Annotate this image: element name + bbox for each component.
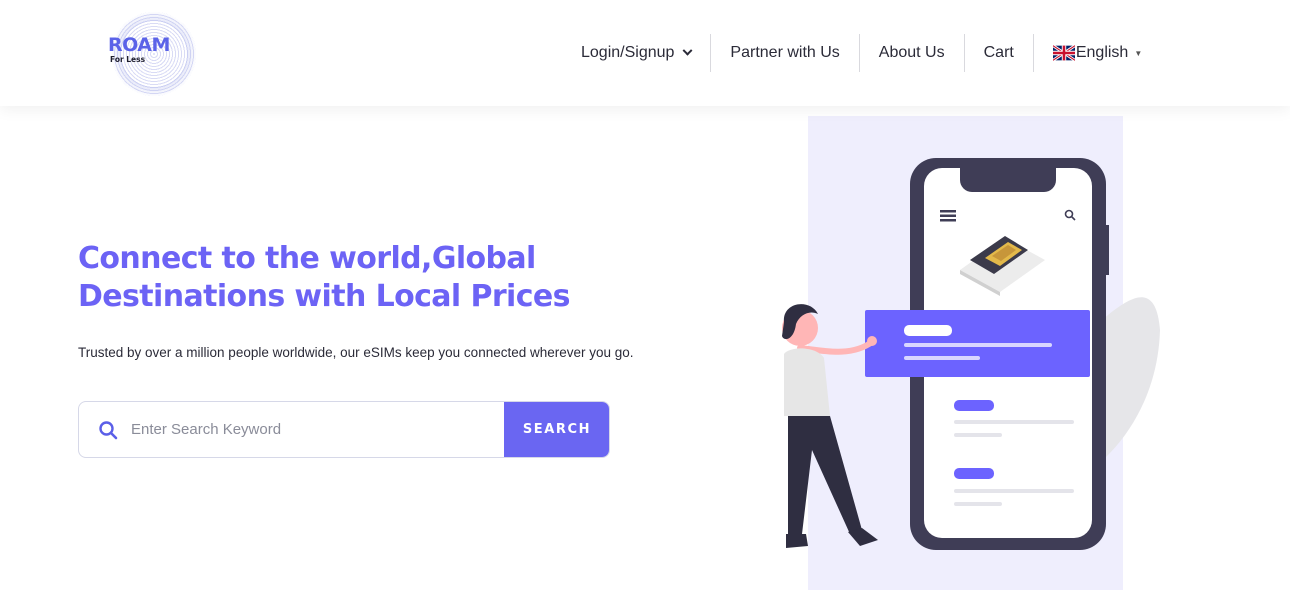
list-item-line-1b bbox=[954, 433, 1002, 437]
nav-cart[interactable]: Cart bbox=[965, 34, 1034, 72]
hero-title-line2: Destinations with Local Prices bbox=[78, 279, 571, 314]
language-label: English bbox=[1075, 44, 1129, 61]
hero-title: Connect to the world,Global Destinations… bbox=[78, 240, 718, 316]
nav-about-us[interactable]: About Us bbox=[860, 34, 965, 72]
search-button[interactable]: SEARCH bbox=[504, 402, 609, 457]
phone-notch bbox=[960, 168, 1056, 192]
phone-side-button-right bbox=[1105, 225, 1109, 275]
logo-subtext: For Less bbox=[110, 55, 146, 64]
search-bar: SEARCH bbox=[78, 401, 610, 458]
list-item-line-2a bbox=[954, 489, 1074, 493]
info-card-line-2 bbox=[904, 356, 980, 360]
site-header: ROAM For Less Login/Signup Partner with … bbox=[0, 0, 1290, 106]
list-item-pill-1 bbox=[954, 400, 994, 411]
list-item-line-2b bbox=[954, 502, 1002, 506]
info-card-line-1 bbox=[904, 343, 1052, 347]
language-selector[interactable]: English ▼ bbox=[1034, 34, 1142, 72]
main-nav: Login/Signup Partner with Us About Us Ca… bbox=[562, 34, 1142, 72]
search-icon bbox=[99, 421, 118, 440]
info-card-pill bbox=[904, 325, 952, 336]
chevron-down-icon bbox=[682, 45, 693, 56]
nav-partner-with-us[interactable]: Partner with Us bbox=[711, 34, 860, 72]
nav-about-label: About Us bbox=[878, 44, 945, 61]
logo-text: ROAM bbox=[108, 34, 170, 56]
nav-login-signup-label: Login/Signup bbox=[581, 44, 675, 61]
nav-login-signup[interactable]: Login/Signup bbox=[562, 34, 712, 72]
caret-down-icon: ▼ bbox=[1134, 48, 1143, 58]
search-input[interactable] bbox=[131, 402, 503, 457]
nav-partner-label: Partner with Us bbox=[730, 44, 840, 61]
uk-flag-icon bbox=[1052, 45, 1075, 61]
nav-cart-label: Cart bbox=[983, 44, 1014, 61]
phone-esim-illustration bbox=[782, 116, 1160, 590]
list-item-pill-2 bbox=[954, 468, 994, 479]
menu-icon bbox=[940, 210, 956, 222]
roam-for-less-logo[interactable]: ROAM For Less bbox=[108, 12, 196, 98]
list-item-line-1a bbox=[954, 420, 1074, 424]
hero-title-line1: Connect to the world,Global bbox=[78, 241, 536, 276]
hero-subtitle: Trusted by over a million people worldwi… bbox=[78, 345, 634, 360]
phone-side-button bbox=[910, 200, 914, 230]
